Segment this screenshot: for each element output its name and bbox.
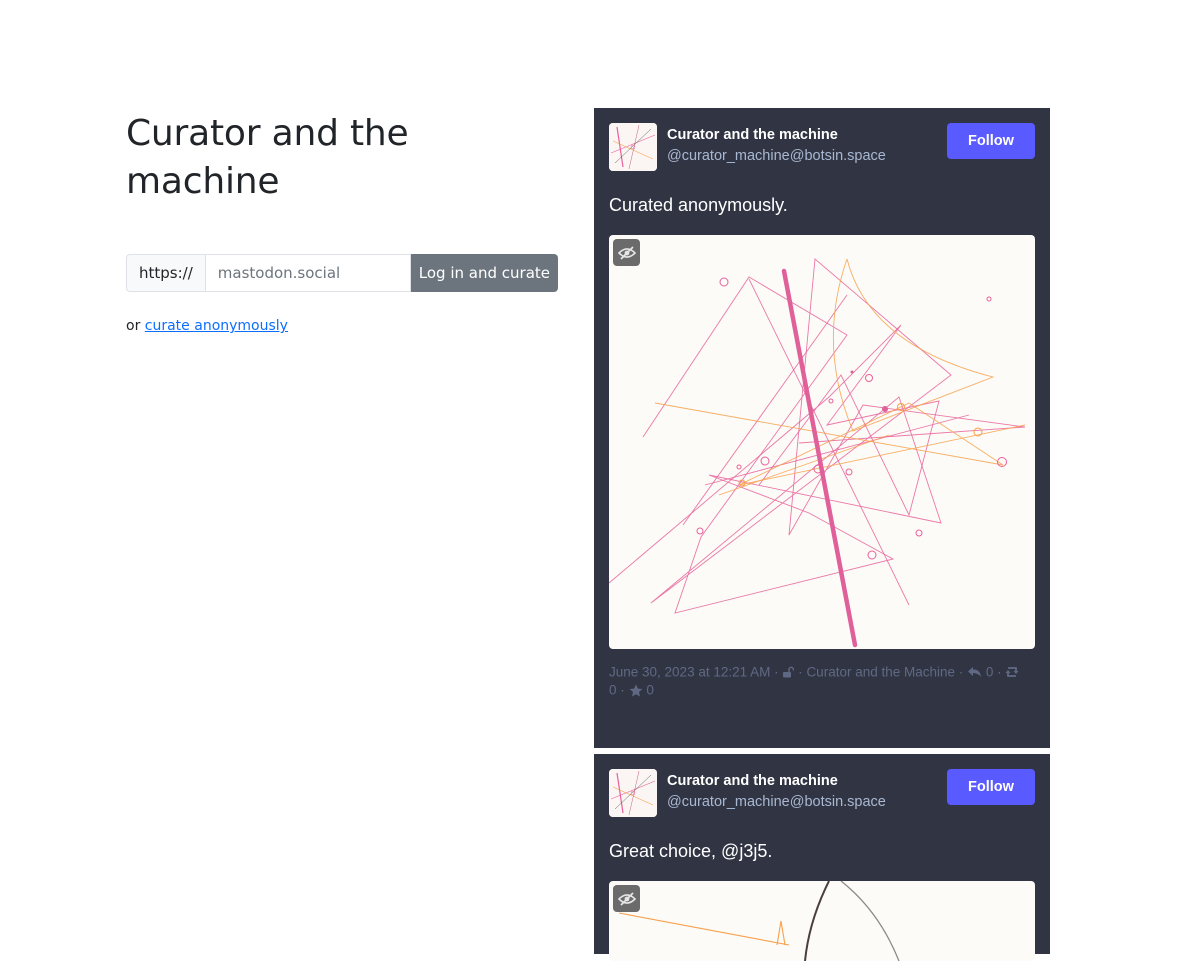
meta-separator: ·: [997, 664, 1002, 680]
follow-button[interactable]: Follow: [947, 123, 1035, 159]
anonymous-line: or curate anonymously: [126, 318, 558, 334]
post: Curator and the machine @curator_machine…: [594, 754, 1050, 961]
meta-separator: ·: [798, 664, 803, 680]
boost-icon[interactable]: [1005, 666, 1020, 678]
avatar[interactable]: [609, 123, 657, 171]
meta-separator: ·: [620, 682, 625, 698]
generated-artwork: [618, 881, 900, 961]
hide-media-button[interactable]: [613, 239, 640, 266]
star-icon[interactable]: [629, 684, 643, 697]
eye-slash-icon: [617, 891, 636, 906]
eye-slash-icon: [617, 245, 636, 260]
page-title: Curator and the machine: [126, 113, 409, 202]
post-date[interactable]: June 30, 2023 at 12:21 AM: [609, 664, 770, 679]
unlock-icon: [783, 667, 795, 678]
login-form: https:// Log in and curate: [126, 254, 558, 292]
author-info: Curator and the machine @curator_machine…: [667, 123, 947, 167]
avatar[interactable]: [609, 769, 657, 817]
post-header: Curator and the machine @curator_machine…: [609, 123, 1035, 171]
instance-input[interactable]: [204, 254, 411, 292]
author-name[interactable]: Curator and the machine: [667, 771, 947, 791]
curate-anonymously-link[interactable]: curate anonymously: [145, 318, 288, 334]
generated-artwork: [609, 258, 1026, 648]
author-handle[interactable]: @curator_machine@botsin.space: [667, 145, 947, 167]
follow-button[interactable]: Follow: [947, 769, 1035, 805]
author-name[interactable]: Curator and the machine: [667, 125, 947, 145]
post-text: Curated anonymously.: [609, 195, 788, 215]
hide-media-button[interactable]: [613, 885, 640, 912]
post-meta: June 30, 2023 at 12:21 AM · · Curator an…: [609, 663, 1035, 700]
login-panel: Curator and the machine https:// Log in …: [126, 110, 558, 334]
embedded-timeline: Curator and the machine @curator_machine…: [594, 108, 1050, 961]
author-handle[interactable]: @curator_machine@botsin.space: [667, 791, 947, 813]
favourite-count: 0: [646, 682, 654, 698]
post-image[interactable]: [609, 235, 1035, 649]
reply-count: 0: [985, 664, 994, 680]
post-app[interactable]: Curator and the Machine: [806, 664, 955, 679]
login-button[interactable]: Log in and curate: [410, 254, 558, 292]
post-header: Curator and the machine @curator_machine…: [609, 769, 1035, 817]
meta-separator: ·: [774, 664, 779, 680]
post-text: Great choice, @j3j5.: [609, 841, 773, 861]
author-info: Curator and the machine @curator_machine…: [667, 769, 947, 813]
meta-separator: ·: [958, 664, 964, 680]
url-prefix: https://: [126, 254, 205, 292]
boost-count: 0: [609, 682, 617, 698]
anon-prefix: or: [126, 318, 141, 334]
reply-icon[interactable]: [967, 666, 982, 678]
post-image[interactable]: [609, 881, 1035, 961]
post: Curator and the machine @curator_machine…: [594, 108, 1050, 748]
